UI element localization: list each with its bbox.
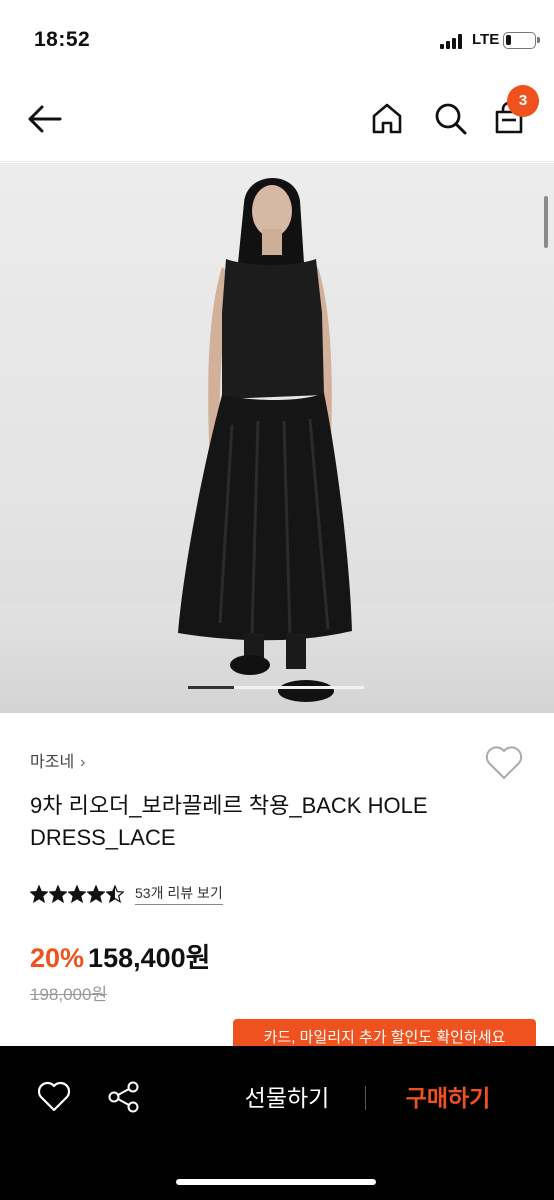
divider [365,1086,366,1110]
back-arrow-icon[interactable] [24,100,66,138]
home-indicator [176,1179,376,1185]
star-icon [68,885,86,903]
share-icon[interactable] [105,1078,143,1116]
carousel-progress-thumb [188,686,234,689]
scroll-indicator[interactable] [544,196,548,248]
product-photo [178,177,352,702]
review-link[interactable]: 53개 리뷰 보기 [135,883,223,905]
heart-icon[interactable] [36,1080,72,1114]
carousel-progress [188,686,364,689]
price-row: 20% 158,400원 [30,936,211,975]
star-icon [87,885,105,903]
gift-button[interactable]: 선물하기 [232,1080,342,1116]
product-image-carousel[interactable] [0,163,554,713]
status-time: 18:52 [34,28,91,51]
battery-icon [503,32,540,49]
status-bar: 18:52 LTE [0,0,554,80]
star-icon [106,885,124,903]
discount-rate: 20% [30,943,85,973]
wishlist-heart-icon[interactable] [484,745,524,781]
original-price: 198,000원 [30,985,108,1004]
home-icon[interactable] [367,98,407,138]
search-icon[interactable] [430,98,470,138]
chevron-right-icon: › [80,754,86,771]
brand-name: 마조네 [30,754,75,771]
cart-count-badge: 3 [507,85,539,117]
star-icon [30,885,48,903]
star-icon [49,885,67,903]
product-title: 9차 리오더_보라끌레르 착용_BACK HOLE DRESS_LACE [30,793,428,850]
bottom-action-bar: 선물하기 구매하기 [0,1046,554,1200]
brand-link[interactable]: 마조네 › [30,748,86,772]
promo-banner[interactable]: 카드, 마일리지 추가 할인도 확인하세요 [233,1019,536,1049]
signal-icon [440,33,464,49]
rating-stars [30,885,125,903]
buy-button[interactable]: 구매하기 [392,1080,504,1116]
top-nav: 3 [0,80,554,162]
rating-row: 53개 리뷰 보기 [30,882,223,906]
network-label: LTE [472,31,500,48]
sale-price: 158,400원 [88,943,211,973]
